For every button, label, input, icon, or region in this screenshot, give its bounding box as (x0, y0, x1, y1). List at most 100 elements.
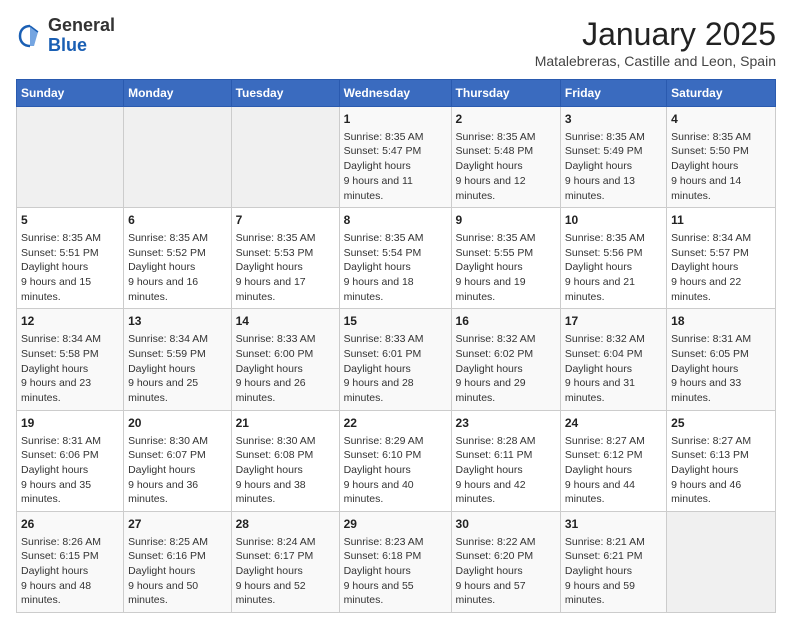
day-number: 16 (456, 313, 556, 330)
day-number: 19 (21, 415, 119, 432)
weekday-header-saturday: Saturday (667, 80, 776, 107)
day-cell (231, 107, 339, 208)
day-info: Sunrise: 8:24 AMSunset: 6:17 PMDaylight … (236, 535, 335, 608)
weekday-header-friday: Friday (560, 80, 666, 107)
day-info: Sunrise: 8:30 AMSunset: 6:08 PMDaylight … (236, 434, 335, 507)
day-info: Sunrise: 8:35 AMSunset: 5:50 PMDaylight … (671, 130, 771, 203)
week-row-2: 5Sunrise: 8:35 AMSunset: 5:51 PMDaylight… (17, 208, 776, 309)
day-cell (17, 107, 124, 208)
day-number: 7 (236, 212, 335, 229)
day-info: Sunrise: 8:25 AMSunset: 6:16 PMDaylight … (128, 535, 227, 608)
weekday-header-row: SundayMondayTuesdayWednesdayThursdayFrid… (17, 80, 776, 107)
day-number: 15 (344, 313, 447, 330)
day-cell (667, 511, 776, 612)
day-cell: 18Sunrise: 8:31 AMSunset: 6:05 PMDayligh… (667, 309, 776, 410)
logo: General Blue (16, 16, 115, 56)
day-info: Sunrise: 8:31 AMSunset: 6:05 PMDaylight … (671, 332, 771, 405)
day-number: 11 (671, 212, 771, 229)
day-cell (124, 107, 232, 208)
day-number: 1 (344, 111, 447, 128)
day-info: Sunrise: 8:31 AMSunset: 6:06 PMDaylight … (21, 434, 119, 507)
day-number: 3 (565, 111, 662, 128)
day-number: 10 (565, 212, 662, 229)
day-info: Sunrise: 8:33 AMSunset: 6:01 PMDaylight … (344, 332, 447, 405)
day-number: 26 (21, 516, 119, 533)
day-cell: 22Sunrise: 8:29 AMSunset: 6:10 PMDayligh… (339, 410, 451, 511)
day-cell: 2Sunrise: 8:35 AMSunset: 5:48 PMDaylight… (451, 107, 560, 208)
day-info: Sunrise: 8:35 AMSunset: 5:56 PMDaylight … (565, 231, 662, 304)
day-info: Sunrise: 8:33 AMSunset: 6:00 PMDaylight … (236, 332, 335, 405)
day-number: 31 (565, 516, 662, 533)
day-cell: 16 Sunrise: 8:32 AMSunset: 6:02 PMDayligh… (451, 309, 560, 410)
day-info: Sunrise: 8:32 AMSunset: 6:02 PMDaylight … (456, 332, 556, 405)
day-number: 25 (671, 415, 771, 432)
day-number: 8 (344, 212, 447, 229)
day-cell: 23 Sunrise: 8:28 AMSunset: 6:11 PMDayligh… (451, 410, 560, 511)
logo-general-text: General (48, 15, 115, 35)
calendar-table: SundayMondayTuesdayWednesdayThursdayFrid… (16, 79, 776, 613)
day-number: 27 (128, 516, 227, 533)
day-number: 4 (671, 111, 771, 128)
day-cell: 5Sunrise: 8:35 AMSunset: 5:51 PMDaylight… (17, 208, 124, 309)
day-number: 6 (128, 212, 227, 229)
title-block: January 2025 Matalebreras, Castille and … (535, 16, 776, 69)
day-cell: 13 Sunrise: 8:34 AMSunset: 5:59 PMDayligh… (124, 309, 232, 410)
day-cell: 6Sunrise: 8:35 AMSunset: 5:52 PMDaylight… (124, 208, 232, 309)
weekday-header-tuesday: Tuesday (231, 80, 339, 107)
week-row-5: 26 Sunrise: 8:26 AMSunset: 6:15 PMDayligh… (17, 511, 776, 612)
day-cell: 8 Sunrise: 8:35 AMSunset: 5:54 PMDaylight… (339, 208, 451, 309)
weekday-header-sunday: Sunday (17, 80, 124, 107)
day-cell: 25 Sunrise: 8:27 AMSunset: 6:13 PMDayligh… (667, 410, 776, 511)
day-info: Sunrise: 8:34 AMSunset: 5:59 PMDaylight … (128, 332, 227, 405)
week-row-4: 19 Sunrise: 8:31 AMSunset: 6:06 PMDayligh… (17, 410, 776, 511)
day-info: Sunrise: 8:35 AMSunset: 5:49 PMDaylight … (565, 130, 662, 203)
day-cell: 17Sunrise: 8:32 AMSunset: 6:04 PMDayligh… (560, 309, 666, 410)
day-info: Sunrise: 8:22 AMSunset: 6:20 PMDaylight … (456, 535, 556, 608)
page-header: General Blue January 2025 Matalebreras, … (16, 16, 776, 69)
day-info: Sunrise: 8:35 AMSunset: 5:55 PMDaylight … (456, 231, 556, 304)
day-cell: 3 Sunrise: 8:35 AMSunset: 5:49 PMDaylight… (560, 107, 666, 208)
day-cell: 29Sunrise: 8:23 AMSunset: 6:18 PMDayligh… (339, 511, 451, 612)
logo-icon (16, 22, 44, 50)
day-cell: 7 Sunrise: 8:35 AMSunset: 5:53 PMDaylight… (231, 208, 339, 309)
day-cell: 4 Sunrise: 8:35 AMSunset: 5:50 PMDaylight… (667, 107, 776, 208)
day-info: Sunrise: 8:28 AMSunset: 6:11 PMDaylight … (456, 434, 556, 507)
day-cell: 10 Sunrise: 8:35 AMSunset: 5:56 PMDayligh… (560, 208, 666, 309)
day-number: 28 (236, 516, 335, 533)
day-info: Sunrise: 8:34 AMSunset: 5:57 PMDaylight … (671, 231, 771, 304)
day-cell: 20 Sunrise: 8:30 AMSunset: 6:07 PMDayligh… (124, 410, 232, 511)
day-number: 13 (128, 313, 227, 330)
day-cell: 14 Sunrise: 8:33 AMSunset: 6:00 PMDayligh… (231, 309, 339, 410)
day-number: 20 (128, 415, 227, 432)
day-info: Sunrise: 8:35 AMSunset: 5:53 PMDaylight … (236, 231, 335, 304)
day-cell: 24 Sunrise: 8:27 AMSunset: 6:12 PMDayligh… (560, 410, 666, 511)
day-number: 5 (21, 212, 119, 229)
day-number: 14 (236, 313, 335, 330)
day-info: Sunrise: 8:34 AMSunset: 5:58 PMDaylight … (21, 332, 119, 405)
day-info: Sunrise: 8:32 AMSunset: 6:04 PMDaylight … (565, 332, 662, 405)
month-title: January 2025 (535, 16, 776, 53)
day-cell: 31 Sunrise: 8:21 AMSunset: 6:21 PMDayligh… (560, 511, 666, 612)
day-info: Sunrise: 8:27 AMSunset: 6:12 PMDaylight … (565, 434, 662, 507)
day-cell: 12Sunrise: 8:34 AMSunset: 5:58 PMDayligh… (17, 309, 124, 410)
day-info: Sunrise: 8:27 AMSunset: 6:13 PMDaylight … (671, 434, 771, 507)
day-info: Sunrise: 8:29 AMSunset: 6:10 PMDaylight … (344, 434, 447, 507)
day-info: Sunrise: 8:35 AMSunset: 5:47 PMDaylight … (344, 130, 447, 203)
day-cell: 26 Sunrise: 8:26 AMSunset: 6:15 PMDayligh… (17, 511, 124, 612)
day-number: 9 (456, 212, 556, 229)
day-cell: 30Sunrise: 8:22 AMSunset: 6:20 PMDayligh… (451, 511, 560, 612)
week-row-3: 12Sunrise: 8:34 AMSunset: 5:58 PMDayligh… (17, 309, 776, 410)
day-info: Sunrise: 8:30 AMSunset: 6:07 PMDaylight … (128, 434, 227, 507)
day-info: Sunrise: 8:26 AMSunset: 6:15 PMDaylight … (21, 535, 119, 608)
day-number: 23 (456, 415, 556, 432)
location-title: Matalebreras, Castille and Leon, Spain (535, 53, 776, 69)
day-cell: 15 Sunrise: 8:33 AMSunset: 6:01 PMDayligh… (339, 309, 451, 410)
day-number: 21 (236, 415, 335, 432)
day-info: Sunrise: 8:23 AMSunset: 6:18 PMDaylight … (344, 535, 447, 608)
day-info: Sunrise: 8:21 AMSunset: 6:21 PMDaylight … (565, 535, 662, 608)
day-cell: 19 Sunrise: 8:31 AMSunset: 6:06 PMDayligh… (17, 410, 124, 511)
week-row-1: 1 Sunrise: 8:35 AMSunset: 5:47 PMDaylight… (17, 107, 776, 208)
day-number: 24 (565, 415, 662, 432)
weekday-header-wednesday: Wednesday (339, 80, 451, 107)
day-info: Sunrise: 8:35 AMSunset: 5:54 PMDaylight … (344, 231, 447, 304)
